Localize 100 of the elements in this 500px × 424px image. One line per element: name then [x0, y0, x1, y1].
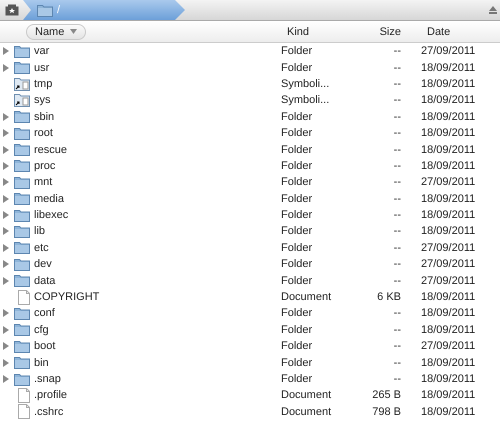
file-size: --: [394, 62, 401, 74]
file-kind: Folder: [281, 340, 314, 352]
folder-icon: [14, 323, 30, 336]
folder-icon: [14, 176, 30, 189]
file-date: 27/09/2011: [421, 340, 476, 352]
file-kind: Folder: [281, 144, 314, 156]
file-size: --: [394, 127, 401, 140]
file-size: --: [394, 110, 401, 123]
file-kind: Folder: [281, 242, 314, 254]
file-date: 18/09/2011: [421, 62, 476, 74]
file-name: mnt: [34, 176, 54, 188]
file-date: 27/09/2011: [421, 45, 476, 58]
file-date: 27/09/2011: [421, 258, 476, 270]
file-date: 18/09/2011: [421, 406, 476, 418]
file-size: --: [394, 356, 401, 369]
file-kind: Folder: [281, 160, 314, 172]
file-date: 18/09/2011: [421, 144, 476, 156]
eject-icon[interactable]: [489, 6, 497, 14]
file-date: 18/09/2011: [421, 225, 476, 238]
file-date: 18/09/2011: [421, 373, 476, 385]
file-name: bin: [34, 356, 50, 369]
file-size: --: [394, 45, 401, 58]
file-size: --: [394, 176, 401, 188]
folder-icon: [14, 159, 30, 172]
file-name: sbin: [34, 110, 56, 123]
file-name: media: [34, 192, 65, 205]
file-size: --: [394, 258, 401, 270]
column-header[interactable]: Name: [26, 24, 86, 40]
folder-icon: [14, 126, 30, 140]
file-kind: Folder: [281, 225, 314, 238]
file-date: 18/09/2011: [421, 209, 476, 222]
file-kind: Folder: [281, 176, 314, 188]
file-date: 27/09/2011: [421, 242, 476, 254]
file-date: 18/09/2011: [421, 356, 476, 369]
favorites-box-icon[interactable]: [5, 4, 19, 16]
file-size: --: [394, 274, 401, 287]
file-name: data: [34, 274, 56, 287]
folder-icon: [14, 274, 30, 288]
file-date: 18/09/2011: [421, 78, 476, 90]
folder-icon: [14, 208, 30, 222]
file-size: 6 KB: [377, 291, 401, 304]
file-name: .snap: [34, 373, 62, 385]
file-kind: Folder: [281, 373, 314, 385]
file-size: --: [394, 340, 401, 352]
column-header[interactable]: Kind: [281, 24, 316, 38]
folder-icon: [14, 258, 30, 271]
file-name: var: [34, 45, 50, 58]
file-size: --: [394, 225, 401, 238]
folder-icon: [14, 340, 30, 353]
folder-icon: [14, 143, 30, 156]
file-date: 18/09/2011: [421, 291, 476, 304]
file-size: --: [394, 94, 401, 106]
file-date: 18/09/2011: [421, 127, 476, 140]
folder-icon: [14, 224, 30, 238]
file-name: COPYRIGHT: [34, 291, 100, 304]
folder-icon: [14, 61, 30, 74]
file-size: --: [394, 324, 401, 336]
file-size: --: [394, 78, 401, 90]
document-icon: [18, 388, 30, 403]
folder-alias-icon: [14, 76, 30, 91]
folder-icon: [14, 241, 30, 254]
file-name: cfg: [34, 324, 50, 336]
file-name: .profile: [34, 389, 68, 402]
file-name: sys: [34, 94, 52, 106]
file-kind: Symboli...: [281, 94, 330, 106]
file-name: usr: [34, 62, 50, 74]
file-kind: Document: [281, 389, 332, 402]
file-kind: Folder: [281, 192, 314, 205]
file-date: 18/09/2011: [421, 324, 476, 336]
file-name: libexec: [34, 209, 70, 222]
file-size: --: [394, 373, 401, 385]
file-size: --: [394, 160, 401, 172]
file-size: --: [394, 192, 401, 205]
column-header[interactable]: Date: [421, 24, 456, 38]
column-header[interactable]: Size: [380, 24, 401, 38]
file-name: rescue: [34, 144, 68, 156]
folder-icon: [14, 356, 30, 370]
file-date: 18/09/2011: [421, 94, 476, 106]
file-name: root: [34, 127, 54, 140]
file-kind: Symboli...: [281, 78, 330, 90]
file-kind: Folder: [281, 45, 314, 58]
file-date: 18/09/2011: [421, 389, 476, 402]
file-name: etc: [34, 242, 50, 254]
file-date: 18/09/2011: [421, 160, 476, 172]
file-size: 798 B: [372, 406, 401, 418]
folder-icon: [14, 372, 30, 386]
file-kind: Folder: [281, 110, 314, 123]
file-kind: Folder: [281, 258, 314, 270]
file-name: .cshrc: [34, 406, 64, 418]
document-icon: [18, 404, 30, 420]
folder-icon: [14, 192, 30, 206]
file-size: --: [394, 242, 401, 254]
file-kind: Folder: [281, 274, 314, 287]
file-date: 18/09/2011: [421, 192, 476, 205]
file-kind: Folder: [281, 127, 314, 140]
file-name: lib: [34, 225, 46, 238]
file-kind: Folder: [281, 324, 314, 336]
folder-icon: [14, 110, 30, 124]
file-size: 265 B: [372, 389, 401, 402]
file-name: boot: [34, 340, 56, 352]
